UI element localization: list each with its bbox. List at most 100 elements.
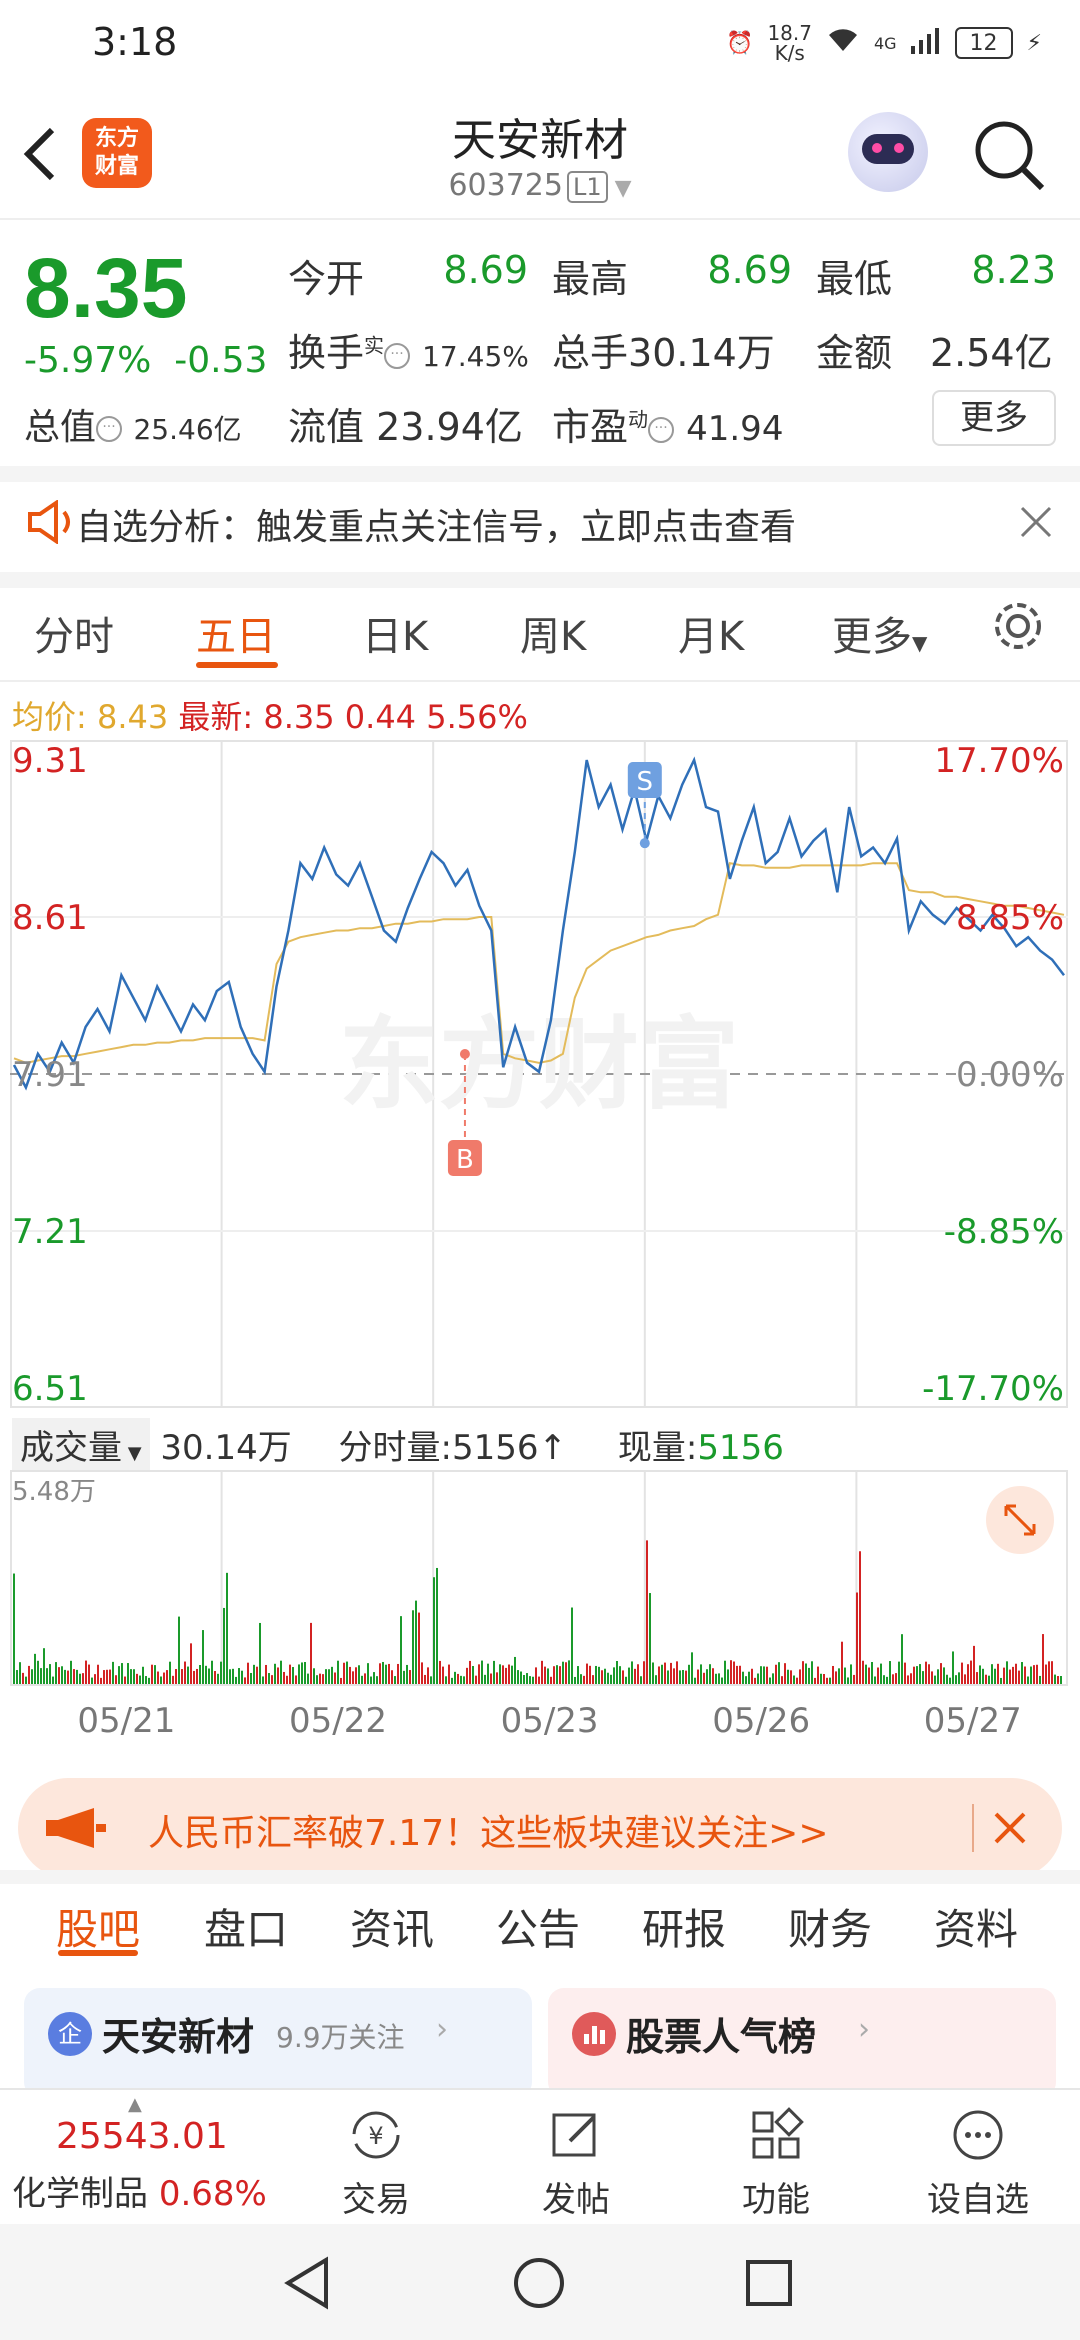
index-change: 0.68% (158, 2174, 267, 2214)
info-icon[interactable]: ··· (384, 342, 411, 369)
latest-label: 最新: (178, 698, 254, 736)
tab-forum[interactable]: 股吧 (56, 1896, 140, 1957)
tab-announcements[interactable]: 公告 (496, 1896, 580, 1957)
nav-recents-icon[interactable] (744, 2258, 794, 2312)
buy-mark-label: B (456, 1145, 474, 1175)
current-volume-value: 5156 (697, 1428, 784, 1468)
megaphone-icon (42, 1804, 112, 1856)
functions-button[interactable]: 功能 (696, 2098, 856, 2221)
nav-home-icon[interactable] (512, 2256, 566, 2314)
grid-icon (696, 2098, 856, 2172)
sell-mark-label: S (637, 767, 654, 797)
open-value: 8.69 (443, 248, 528, 292)
notice-text[interactable]: 自选分析：触发重点关注信号，立即点击查看 (76, 498, 796, 550)
tab-weekly-k[interactable]: 周K (520, 604, 586, 662)
y-tick-pct: -17.70% (922, 1369, 1064, 1409)
pe-label: 市盈 (552, 405, 629, 449)
stock-header: 东方 财富 天安新材 603725 L1 ▼ (0, 88, 1080, 218)
net-speed: 18.7 K/s (767, 23, 812, 63)
system-nav-bar (0, 2224, 1080, 2340)
y-tick-pct: 17.70% (934, 741, 1064, 781)
total-cap-value: 25.46亿 (133, 413, 242, 446)
tab-more[interactable]: 更多▼ (832, 604, 927, 662)
volume-chart[interactable]: 5.48万 05/21 05/22 05/23 05/26 05/27 (10, 1470, 1070, 1740)
ai-assistant-avatar[interactable] (848, 112, 928, 192)
y-tick-pct: -8.85% (944, 1212, 1064, 1252)
popularity-ranking-card[interactable]: 股票人气榜 › (548, 1988, 1056, 2098)
float-cap-cell: 流值 23.94亿 (288, 396, 523, 451)
y-tick-price: 7.91 (12, 1055, 88, 1095)
latest-change-pct: 5.56% (426, 698, 528, 736)
tab-finance[interactable]: 财务 (788, 1896, 872, 1957)
sell-mark-dot (639, 838, 650, 849)
promo-banner[interactable]: 人民币汇率破7.17！这些板块建议关注>> (18, 1778, 1062, 1878)
tab-daily-k[interactable]: 日K (362, 604, 428, 662)
interval-volume-label: 分时量: (338, 1428, 453, 1468)
float-cap-label: 流值 (288, 405, 365, 449)
tab-news[interactable]: 资讯 (350, 1896, 434, 1957)
volume-value: 30.14万 (628, 331, 775, 375)
caret-down-icon: ▼ (912, 631, 928, 655)
net-speed-unit: K/s (774, 41, 805, 65)
status-bar: 3:18 ⏰ 18.7 K/s 4G 12 ⚡ (0, 0, 1080, 88)
stock-code: 603725 (448, 168, 563, 203)
x-tick-date: 05/23 (501, 1701, 599, 1740)
add-watchlist-button[interactable]: 设自选 (898, 2098, 1058, 2221)
low-label: 最低 (816, 257, 893, 301)
latest-value: 8.35 (263, 698, 335, 736)
turnover-label: 换手 (288, 331, 365, 375)
tab-profile[interactable]: 资料 (934, 1896, 1018, 1957)
edit-icon (496, 2098, 656, 2172)
chevron-right-icon: › (436, 2012, 448, 2047)
turnover-cell: 换手实 ··· 17.45% (288, 322, 529, 377)
index-name: 化学制品 (12, 2174, 148, 2214)
add-watchlist-label: 设自选 (927, 2180, 1029, 2220)
more-quote-button[interactable]: 更多 (932, 390, 1056, 446)
bottom-toolbar: ▲ 25543.01 化学制品 0.68% ¥ 交易 发帖 功能 设自选 (0, 2088, 1080, 2224)
pe-cell: 市盈动 ··· 41.94 (552, 396, 783, 451)
gear-icon[interactable] (990, 598, 1046, 654)
index-value[interactable]: 25543.01 (56, 2116, 228, 2157)
trade-label: 交易 (342, 2180, 410, 2220)
change-amount: -0.53 (174, 340, 268, 381)
nav-back-icon[interactable] (282, 2256, 332, 2314)
tab-order-book[interactable]: 盘口 (204, 1896, 288, 1957)
y-tick-price: 8.61 (12, 898, 88, 938)
battery-icon: 12 (954, 27, 1013, 59)
stock-forum-card[interactable]: 企 天安新材 9.9万关注 › (24, 1988, 532, 2098)
x-tick-date: 05/27 (924, 1701, 1022, 1740)
charging-icon: ⚡ (1026, 30, 1042, 56)
signal-icon (910, 26, 941, 60)
post-button[interactable]: 发帖 (496, 2098, 656, 2221)
trade-icon: ¥ (296, 2098, 456, 2172)
tab-five-day[interactable]: 五日 (196, 604, 276, 662)
avg-value: 8.43 (96, 698, 169, 736)
price-change: -5.97% -0.53 (24, 340, 267, 381)
more-circle-icon (898, 2098, 1058, 2172)
info-icon[interactable]: ··· (96, 416, 123, 442)
y-tick-pct: 0.00% (956, 1055, 1064, 1095)
volume-dropdown[interactable]: 成交量 ▼ (12, 1418, 150, 1471)
volume-dropdown-label: 成交量 (20, 1428, 122, 1468)
active-tab-indicator (196, 662, 278, 668)
total-cap-row: 总值 ··· 25.46亿 (24, 398, 242, 450)
index-row[interactable]: 化学制品 0.68% (12, 2166, 267, 2215)
close-icon[interactable] (990, 1808, 1030, 1852)
tab-intraday[interactable]: 分时 (34, 604, 114, 662)
float-cap-value: 23.94亿 (376, 405, 523, 449)
tab-research[interactable]: 研报 (642, 1896, 726, 1957)
tab-monthly-k[interactable]: 月K (678, 604, 744, 662)
chart-badge-icon (572, 2012, 616, 2056)
close-icon[interactable] (1016, 502, 1056, 542)
net-speed-value: 18.7 (767, 21, 812, 45)
trade-button[interactable]: ¥ 交易 (296, 2098, 456, 2221)
svg-text:¥: ¥ (368, 2122, 383, 2150)
five-day-price-chart[interactable]: 东方财富 B S 9.31 8.61 7.91 7.21 6.51 17.70% 8.85% 0.0… (10, 740, 1070, 1410)
x-tick-date: 05/22 (289, 1701, 387, 1740)
tab-more-label: 更多 (832, 614, 912, 660)
search-icon[interactable] (972, 118, 1048, 194)
info-icon[interactable]: ··· (648, 416, 675, 443)
banner-text: 人民币汇率破7.17！这些板块建议关注>> (148, 1813, 829, 1854)
speaker-icon (26, 499, 80, 548)
volume-total: 30.14万 (160, 1428, 292, 1468)
